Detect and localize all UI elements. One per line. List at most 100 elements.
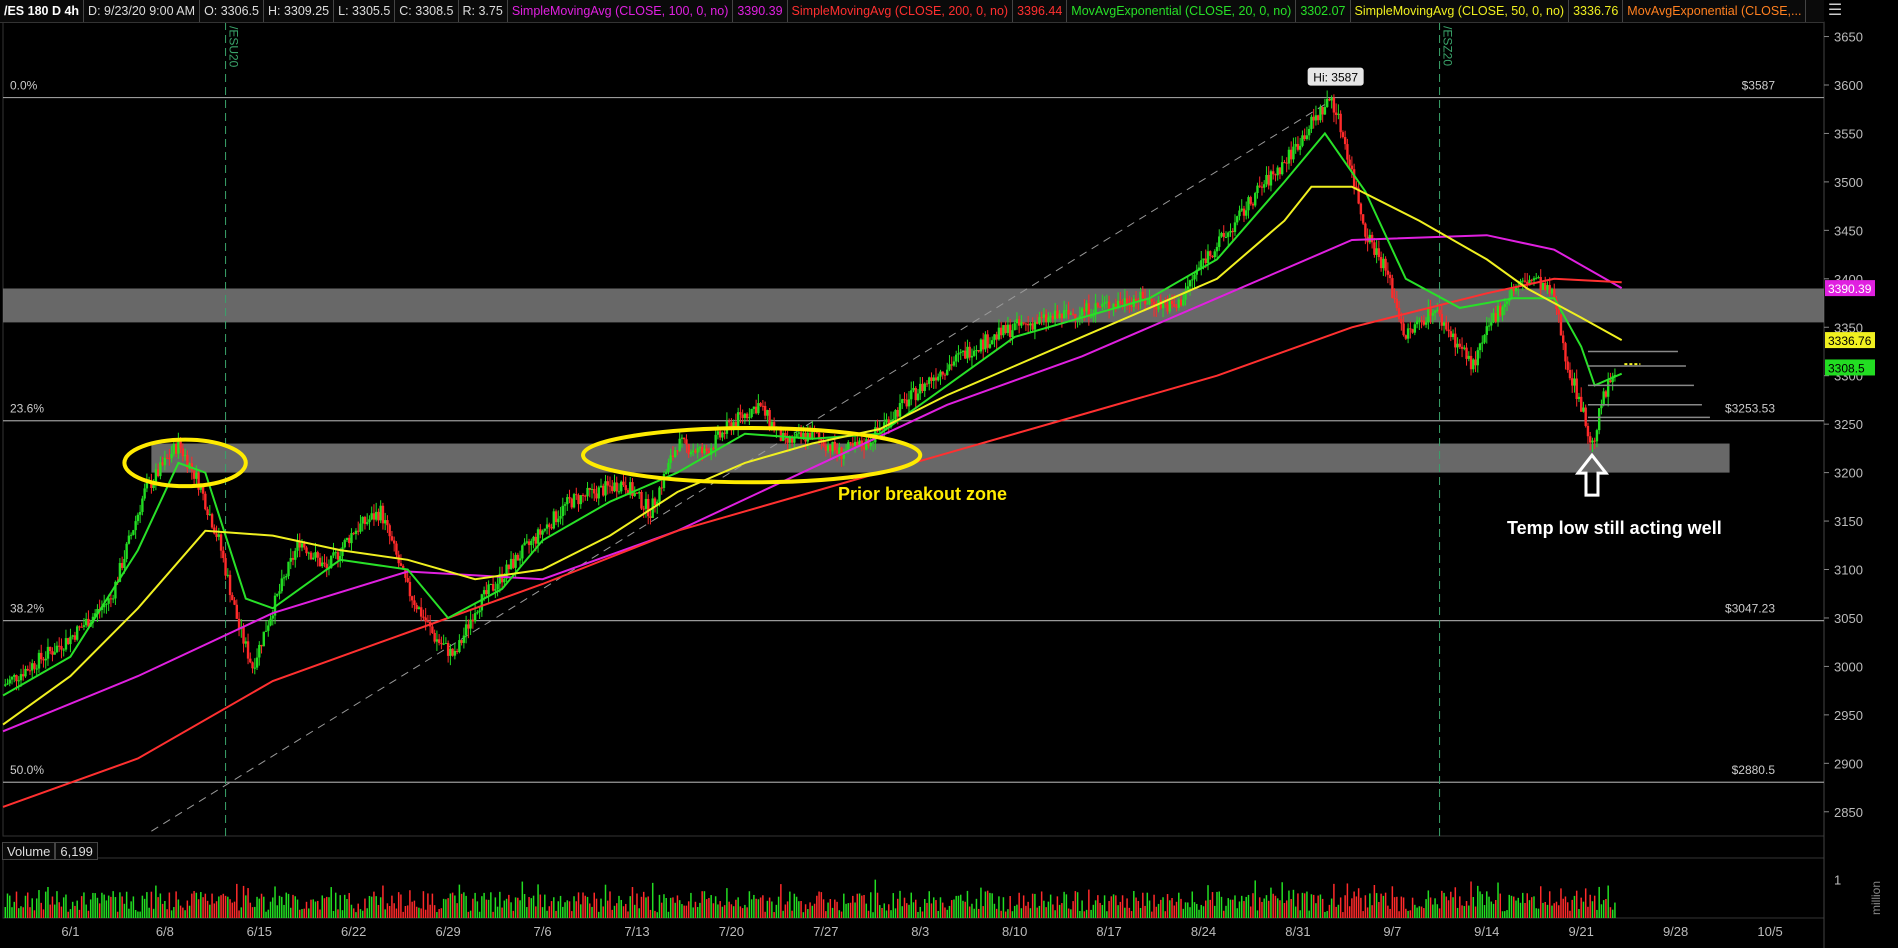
candle-body bbox=[1191, 279, 1194, 281]
candle-body bbox=[575, 494, 578, 496]
candle-body bbox=[1179, 299, 1183, 306]
candle-body bbox=[410, 596, 414, 601]
candle-body bbox=[1597, 408, 1601, 431]
candle-body bbox=[31, 663, 34, 671]
candle-body bbox=[1209, 251, 1212, 256]
candle-body bbox=[680, 437, 684, 439]
candle-body bbox=[1348, 159, 1351, 166]
candle-body bbox=[307, 552, 310, 554]
candle-body bbox=[1575, 378, 1578, 400]
candle-body bbox=[1155, 307, 1158, 310]
candle-body bbox=[1265, 174, 1268, 185]
candle-body bbox=[105, 603, 108, 605]
candle-body bbox=[422, 616, 425, 618]
candle-body bbox=[914, 387, 917, 401]
candle-body bbox=[62, 649, 65, 651]
candle-body bbox=[1042, 314, 1046, 318]
candle-body bbox=[8, 679, 11, 684]
candle-body bbox=[1546, 285, 1549, 290]
indicator-sma200-label[interactable]: SimpleMovingAvg (CLOSE, 200, 0, no) bbox=[788, 0, 1014, 22]
candle-body bbox=[968, 346, 971, 358]
candle-body bbox=[1341, 132, 1345, 138]
candle-body bbox=[1069, 313, 1073, 315]
candle-body bbox=[1215, 246, 1219, 252]
candle-body bbox=[1510, 288, 1513, 299]
symbol-label[interactable]: /ES 180 D 4h bbox=[0, 0, 85, 22]
bar-open: O: 3306.5 bbox=[200, 0, 264, 22]
menu-icon[interactable]: ☰ bbox=[1824, 0, 1846, 22]
candle-body bbox=[388, 525, 391, 537]
candle-body bbox=[1022, 322, 1025, 324]
expiry-label: /ESU20 bbox=[227, 26, 241, 68]
candle-body bbox=[138, 511, 142, 515]
candle-body bbox=[1202, 258, 1205, 261]
x-tick-label: 9/21 bbox=[1569, 924, 1594, 939]
candle-body bbox=[1476, 350, 1479, 366]
candle-body bbox=[28, 670, 32, 672]
candle-body bbox=[134, 521, 137, 531]
candle-body bbox=[871, 442, 875, 444]
candle-body bbox=[862, 447, 866, 450]
candle-body bbox=[577, 495, 580, 505]
candle-body bbox=[752, 406, 756, 409]
candle-body bbox=[759, 403, 762, 406]
candle-body bbox=[766, 410, 769, 416]
candle-body bbox=[1438, 309, 1441, 315]
candle-body bbox=[761, 405, 765, 407]
candle-body bbox=[1604, 391, 1608, 397]
volume-title: Volume bbox=[2, 842, 56, 860]
candle-body bbox=[1600, 405, 1603, 409]
indicator-ema20-label[interactable]: MovAvgExponential (CLOSE, 20, 0, no) bbox=[1067, 0, 1297, 22]
candle-body bbox=[658, 487, 661, 502]
candle-body bbox=[1296, 143, 1300, 150]
candle-body bbox=[1168, 300, 1171, 312]
candle-body bbox=[678, 438, 681, 452]
candle-body bbox=[374, 511, 378, 520]
candle-body bbox=[1566, 361, 1569, 370]
candle-body bbox=[849, 442, 852, 444]
candle-body bbox=[13, 675, 16, 677]
candle-body bbox=[1386, 270, 1390, 275]
candle-body bbox=[361, 516, 364, 524]
fib-price-label: $3253.53 bbox=[1725, 402, 1775, 416]
candle-body bbox=[1292, 146, 1295, 160]
candle-body bbox=[509, 558, 513, 570]
indicator-sma50-label[interactable]: SimpleMovingAvg (CLOSE, 50, 0, no) bbox=[1351, 0, 1570, 22]
candle-body bbox=[1051, 315, 1055, 320]
candle-body bbox=[1523, 280, 1527, 282]
candle-body bbox=[244, 641, 247, 644]
annotation-prior-breakout: Prior breakout zone bbox=[838, 484, 1008, 504]
candle-body bbox=[799, 432, 803, 438]
candle-body bbox=[1562, 335, 1565, 344]
candle-body bbox=[512, 558, 515, 568]
candle-body bbox=[1287, 149, 1291, 164]
bar-high: H: 3309.25 bbox=[264, 0, 335, 22]
candle-body bbox=[1242, 208, 1246, 216]
candle-body bbox=[1548, 285, 1551, 294]
indicator-sma100-label[interactable]: SimpleMovingAvg (CLOSE, 100, 0, no) bbox=[508, 0, 734, 22]
candle-body bbox=[1375, 248, 1378, 255]
candle-body bbox=[312, 557, 315, 560]
price-panel-frame bbox=[2, 21, 1825, 837]
candle-body bbox=[253, 667, 256, 669]
candle-body bbox=[345, 537, 349, 541]
candle-body bbox=[1474, 359, 1477, 366]
candle-body bbox=[754, 406, 758, 414]
candle-body bbox=[111, 598, 115, 600]
price-chart[interactable]: 2850290029503000305031003150320032503300… bbox=[0, 0, 1898, 948]
candle-body bbox=[622, 481, 625, 486]
candle-body bbox=[1395, 298, 1399, 309]
candle-body bbox=[231, 595, 234, 601]
candle-body bbox=[201, 486, 205, 494]
candle-body bbox=[258, 644, 261, 658]
candle-body bbox=[280, 578, 283, 592]
candle-body bbox=[1004, 325, 1007, 333]
price-badge-text: 3336.76 bbox=[1828, 334, 1872, 348]
candle-body bbox=[350, 533, 353, 544]
candle-body bbox=[797, 432, 801, 434]
candle-body bbox=[1254, 193, 1257, 206]
candle-body bbox=[1330, 97, 1333, 101]
y-tick-label: 3100 bbox=[1834, 563, 1863, 578]
indicator-ema-label[interactable]: MovAvgExponential (CLOSE,... bbox=[1623, 0, 1807, 22]
candle-body bbox=[386, 520, 389, 526]
